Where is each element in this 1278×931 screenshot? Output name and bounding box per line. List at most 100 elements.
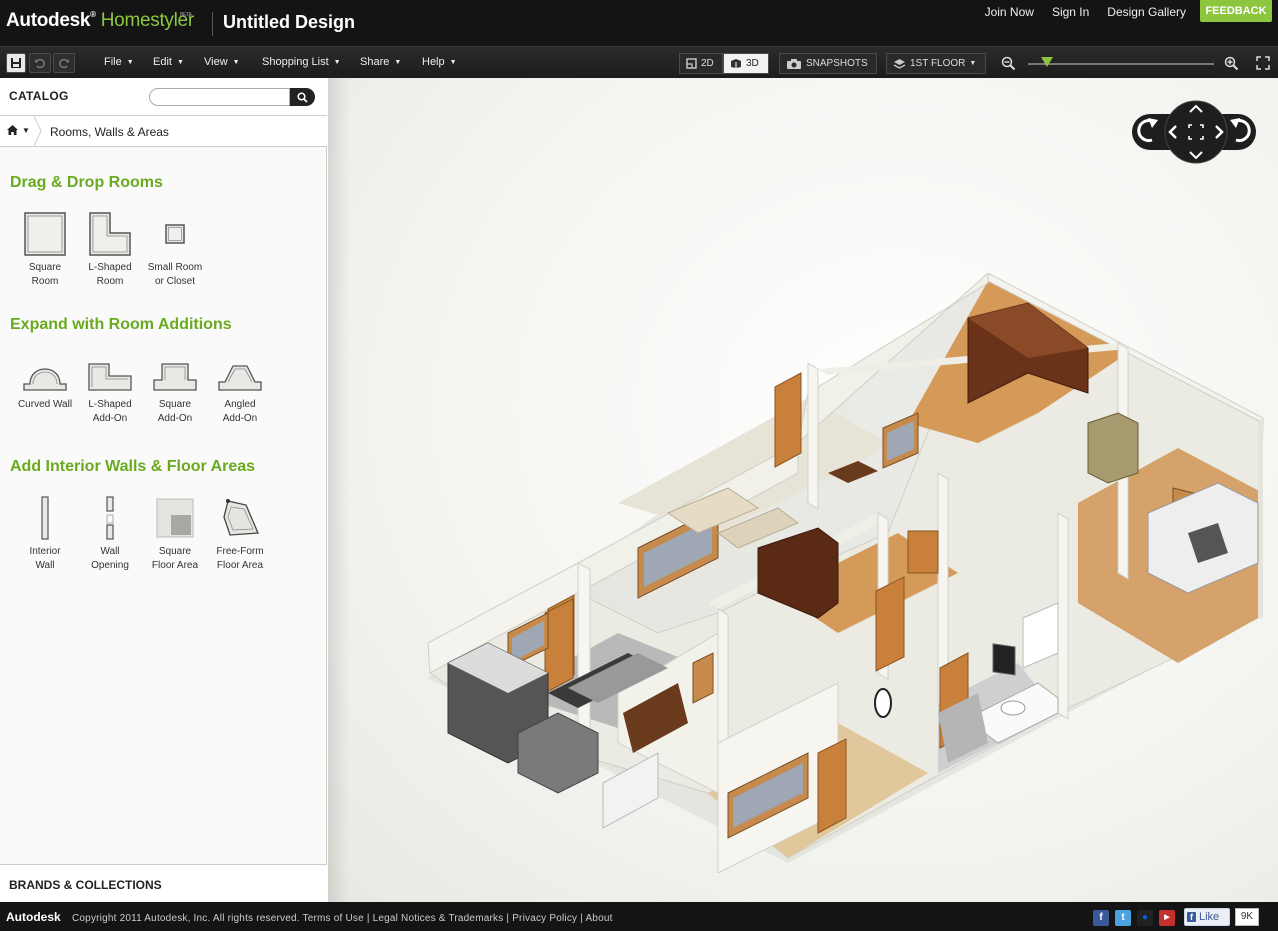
legal-notices-link[interactable]: Legal Notices & Trademarks: [373, 913, 504, 924]
item-label-line2: Wall: [35, 560, 55, 571]
caret-down-icon: ▼: [394, 58, 402, 66]
item-label-line2: Room: [31, 276, 59, 287]
menu-edit[interactable]: Edit ▼: [153, 56, 184, 68]
footer-copyright: Copyright 2011 Autodesk, Inc. All rights…: [72, 913, 613, 924]
caret-down-icon: ▼: [126, 58, 134, 66]
view-3d-toggle[interactable]: 3D: [723, 53, 769, 74]
item-label-line2: Add-On: [222, 413, 258, 424]
item-label-line1: Angled: [224, 399, 256, 410]
item-label-line2: Opening: [91, 560, 129, 571]
camera-icon: [787, 58, 801, 69]
like-count: 9K: [1235, 908, 1259, 926]
item-label-line2: or Closet: [154, 276, 195, 287]
twitter-icon[interactable]: t: [1115, 910, 1131, 926]
l-shaped-addon-icon: [88, 363, 132, 391]
menu-file[interactable]: File ▼: [104, 56, 134, 68]
beta-tag: BETA: [180, 12, 192, 18]
flickr-icon[interactable]: ●: [1137, 910, 1153, 926]
menu-help[interactable]: Help ▼: [422, 56, 457, 68]
catalog-item-freeform-floor-area[interactable]: Free-Form Floor Area: [207, 495, 273, 573]
item-label-line2: Room: [96, 276, 124, 287]
menu-shopping-list[interactable]: Shopping List ▼: [262, 56, 341, 68]
catalog-item-l-shaped-addon[interactable]: L-Shaped Add-On: [77, 354, 143, 426]
floor-label: 1ST FLOOR: [910, 58, 966, 69]
redo-button[interactable]: [53, 53, 75, 73]
breadcrumb: ▼ Rooms, Walls & Areas: [0, 116, 327, 147]
privacy-policy-link[interactable]: Privacy Policy: [512, 913, 577, 924]
item-label-line1: Small Room: [147, 262, 203, 273]
caret-down-icon: ▼: [22, 125, 30, 135]
catalog-item-interior-wall[interactable]: Interior Wall: [12, 495, 78, 573]
zoom-in-button[interactable]: [1221, 53, 1241, 73]
undo-button[interactable]: [29, 53, 51, 73]
copyright-text: Copyright 2011 Autodesk, Inc. All rights…: [72, 913, 300, 924]
design-canvas-3d[interactable]: [328, 78, 1278, 902]
zoom-out-icon: [1001, 56, 1015, 70]
section-title-room-additions: Expand with Room Additions: [10, 316, 232, 333]
fullscreen-button[interactable]: [1253, 53, 1273, 73]
like-label: Like: [1199, 911, 1220, 923]
catalog-item-angled-addon[interactable]: Angled Add-On: [207, 354, 273, 426]
catalog-item-small-room[interactable]: Small Room or Closet: [142, 211, 208, 289]
wall-opening-icon: [106, 496, 114, 540]
angled-addon-icon: [218, 365, 262, 391]
view-2d-toggle[interactable]: 2D: [679, 53, 723, 74]
menu-help-label: Help: [422, 56, 445, 68]
catalog-item-square-floor-area[interactable]: Square Floor Area: [142, 495, 208, 573]
breadcrumb-current: Rooms, Walls & Areas: [50, 125, 169, 139]
caret-down-icon: ▼: [449, 58, 457, 66]
catalog-search-input[interactable]: [149, 88, 290, 106]
view-3d-label: 3D: [746, 58, 759, 69]
sign-in-link[interactable]: Sign In: [1052, 5, 1089, 19]
section-title-interior-walls: Add Interior Walls & Floor Areas: [10, 458, 256, 475]
design-gallery-link[interactable]: Design Gallery: [1107, 5, 1186, 19]
facebook-icon[interactable]: f: [1093, 910, 1109, 926]
join-now-link[interactable]: Join Now: [985, 5, 1034, 19]
menu-view[interactable]: View ▼: [204, 56, 240, 68]
freeform-floor-area-icon: [223, 499, 259, 536]
catalog-item-square-room[interactable]: Square Room: [12, 211, 78, 289]
zoom-slider-track[interactable]: [1028, 63, 1214, 65]
caret-down-icon: ▼: [176, 58, 184, 66]
item-label-line2: Floor Area: [216, 560, 264, 571]
l-shaped-room-icon: [89, 212, 131, 256]
feedback-button[interactable]: FEEDBACK: [1200, 0, 1272, 22]
brands-collections-panel[interactable]: BRANDS & COLLECTIONS: [0, 864, 327, 902]
menu-shopping-list-label: Shopping List: [262, 56, 329, 68]
catalog-item-l-shaped-room[interactable]: L-Shaped Room: [77, 211, 143, 289]
square-addon-icon: [153, 363, 197, 391]
floor-selector[interactable]: 1ST FLOOR ▼: [886, 53, 986, 74]
menu-edit-label: Edit: [153, 56, 172, 68]
search-icon: [297, 91, 308, 103]
item-label-line1: Square: [28, 262, 62, 273]
square-floor-area-icon: [156, 498, 194, 538]
catalog-item-curved-wall[interactable]: Curved Wall: [12, 354, 78, 412]
home-crumb[interactable]: ▼: [6, 124, 30, 136]
catalog-item-wall-opening[interactable]: Wall Opening: [77, 495, 143, 573]
design-title[interactable]: Untitled Design: [223, 12, 355, 33]
redo-icon: [59, 58, 69, 69]
zoom-out-button[interactable]: [998, 53, 1018, 73]
menu-share[interactable]: Share ▼: [360, 56, 401, 68]
terms-of-use-link[interactable]: Terms of Use: [303, 913, 364, 924]
zoom-slider-thumb[interactable]: [1041, 57, 1053, 67]
about-link[interactable]: About: [585, 913, 612, 924]
item-label-line1: Square: [158, 399, 192, 410]
navigation-control[interactable]: [1130, 100, 1258, 166]
catalog-header: CATALOG: [0, 78, 327, 116]
snapshots-button[interactable]: SNAPSHOTS: [779, 53, 877, 74]
youtube-icon[interactable]: ▶: [1159, 910, 1175, 926]
menu-file-label: File: [104, 56, 122, 68]
search-button[interactable]: [290, 88, 315, 106]
caret-down-icon: ▼: [969, 60, 977, 67]
catalog-item-square-addon[interactable]: Square Add-On: [142, 354, 208, 426]
snapshots-label: SNAPSHOTS: [806, 58, 868, 69]
floor-plan-3d-model[interactable]: [418, 273, 1278, 873]
home-icon: [7, 125, 18, 135]
save-button[interactable]: [6, 53, 26, 73]
item-label-line1: Interior: [29, 546, 61, 557]
item-label-line1: Wall: [100, 546, 120, 557]
item-label-line1: L-Shaped: [88, 399, 132, 410]
facebook-like-button[interactable]: f Like: [1184, 908, 1230, 926]
caret-down-icon: ▼: [232, 58, 240, 66]
